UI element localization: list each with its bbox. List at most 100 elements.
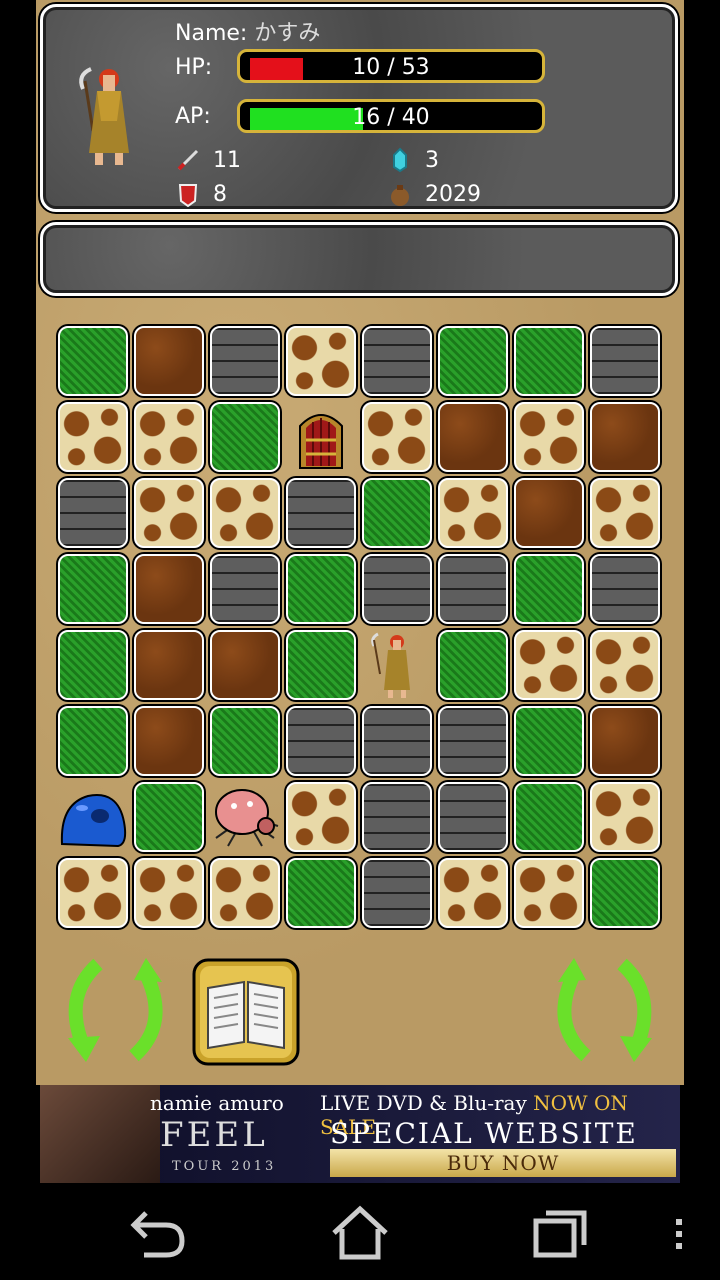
tile-spot[interactable]: [58, 402, 128, 472]
ad-line2: SPECIAL WEBSITE: [330, 1117, 638, 1150]
tile-dirt[interactable]: [134, 630, 204, 700]
tile-stone[interactable]: [210, 554, 280, 624]
ad-banner[interactable]: namie amuro FEEL TOUR 2013 LIVE DVD & Bl…: [40, 1085, 680, 1183]
rotate-left-icon[interactable]: [54, 956, 170, 1066]
tile-stone[interactable]: [438, 782, 508, 852]
tile-grass[interactable]: [514, 706, 584, 776]
gold-stat: 2029: [387, 181, 481, 207]
tile-grass[interactable]: [58, 630, 128, 700]
tile-stone[interactable]: [286, 706, 356, 776]
tile-spot[interactable]: [286, 782, 356, 852]
tile-dirt[interactable]: [590, 402, 660, 472]
tile-spot[interactable]: [590, 630, 660, 700]
crystal-icon: [393, 147, 407, 173]
hp-label: HP:: [175, 55, 213, 80]
ad-buy-button[interactable]: BUY NOW: [330, 1149, 676, 1177]
tile-grass[interactable]: [210, 402, 280, 472]
ap-value: 16 / 40: [352, 105, 430, 130]
tile-grass[interactable]: [590, 858, 660, 928]
ap-bar: 16 / 40: [237, 99, 545, 133]
defense-value: 8: [213, 181, 227, 207]
tile-grass[interactable]: [134, 782, 204, 852]
recents-icon[interactable]: [530, 1203, 590, 1263]
message-panel: [40, 222, 678, 296]
door-icon[interactable]: [286, 402, 356, 472]
tile-stone[interactable]: [286, 478, 356, 548]
tile-grass[interactable]: [210, 706, 280, 776]
name-label: Name: かすみ: [175, 15, 320, 47]
tile-spot[interactable]: [210, 858, 280, 928]
game-area: Name: かすみ HP: 10 / 53 AP: 16 / 40 11 3 8…: [36, 0, 684, 1085]
tile-stone[interactable]: [362, 326, 432, 396]
tile-stone[interactable]: [438, 706, 508, 776]
ad-title: FEEL: [160, 1115, 268, 1155]
spider-icon[interactable]: [210, 782, 280, 852]
tile-spot[interactable]: [362, 402, 432, 472]
hp-bar: 10 / 53: [237, 49, 545, 83]
tile-spot[interactable]: [438, 858, 508, 928]
tile-stone[interactable]: [58, 478, 128, 548]
hero-portrait-icon: [79, 67, 129, 165]
tile-stone[interactable]: [362, 782, 432, 852]
tile-grass[interactable]: [58, 554, 128, 624]
attack-stat: 11: [175, 147, 241, 173]
tile-stone[interactable]: [210, 326, 280, 396]
tile-grass[interactable]: [438, 326, 508, 396]
tile-spot[interactable]: [514, 402, 584, 472]
tile-stone[interactable]: [590, 326, 660, 396]
tile-spot[interactable]: [58, 858, 128, 928]
tile-spot[interactable]: [134, 402, 204, 472]
tile-spot[interactable]: [210, 478, 280, 548]
tile-stone[interactable]: [362, 858, 432, 928]
tile-dirt[interactable]: [134, 706, 204, 776]
gold-value: 2029: [425, 181, 481, 207]
tile-grass[interactable]: [514, 782, 584, 852]
rotate-right-icon[interactable]: [550, 956, 666, 1066]
tile-grass[interactable]: [514, 554, 584, 624]
crystal-value: 3: [425, 147, 439, 173]
tile-spot[interactable]: [286, 326, 356, 396]
money-bag-icon: [391, 185, 409, 206]
tile-dirt[interactable]: [134, 554, 204, 624]
tile-stone[interactable]: [438, 554, 508, 624]
tile-stone[interactable]: [590, 554, 660, 624]
slime-icon[interactable]: [58, 782, 128, 852]
sword-icon: [177, 149, 199, 171]
status-panel: Name: かすみ HP: 10 / 53 AP: 16 / 40 11 3 8…: [40, 4, 678, 212]
hp-value: 10 / 53: [352, 55, 430, 80]
tile-grass[interactable]: [286, 858, 356, 928]
tile-grass[interactable]: [438, 630, 508, 700]
tile-spot[interactable]: [590, 478, 660, 548]
home-icon[interactable]: [330, 1203, 390, 1263]
back-icon[interactable]: [128, 1203, 188, 1263]
ad-artist: namie amuro: [150, 1091, 284, 1115]
hero-icon[interactable]: [362, 630, 432, 700]
tile-stone[interactable]: [362, 554, 432, 624]
ad-tour: TOUR 2013: [172, 1159, 277, 1174]
tile-grass[interactable]: [58, 706, 128, 776]
spellbook-icon[interactable]: [192, 958, 300, 1066]
tile-spot[interactable]: [134, 858, 204, 928]
tile-dirt[interactable]: [514, 478, 584, 548]
tile-spot[interactable]: [438, 478, 508, 548]
tile-stone[interactable]: [362, 706, 432, 776]
overflow-menu-icon[interactable]: [664, 1203, 694, 1263]
tile-dirt[interactable]: [134, 326, 204, 396]
tile-grass[interactable]: [286, 554, 356, 624]
tile-spot[interactable]: [514, 858, 584, 928]
tile-dirt[interactable]: [590, 706, 660, 776]
tile-grass[interactable]: [514, 326, 584, 396]
tile-spot[interactable]: [134, 478, 204, 548]
game-board[interactable]: [58, 326, 666, 934]
tile-grass[interactable]: [58, 326, 128, 396]
name-label-text: Name:: [175, 21, 248, 46]
tile-grass[interactable]: [286, 630, 356, 700]
tile-spot[interactable]: [590, 782, 660, 852]
tile-dirt[interactable]: [438, 402, 508, 472]
armor-icon: [178, 184, 198, 207]
ap-label: AP:: [175, 104, 211, 129]
tile-grass[interactable]: [362, 478, 432, 548]
tile-spot[interactable]: [514, 630, 584, 700]
ad-photo: [40, 1085, 160, 1183]
tile-dirt[interactable]: [210, 630, 280, 700]
